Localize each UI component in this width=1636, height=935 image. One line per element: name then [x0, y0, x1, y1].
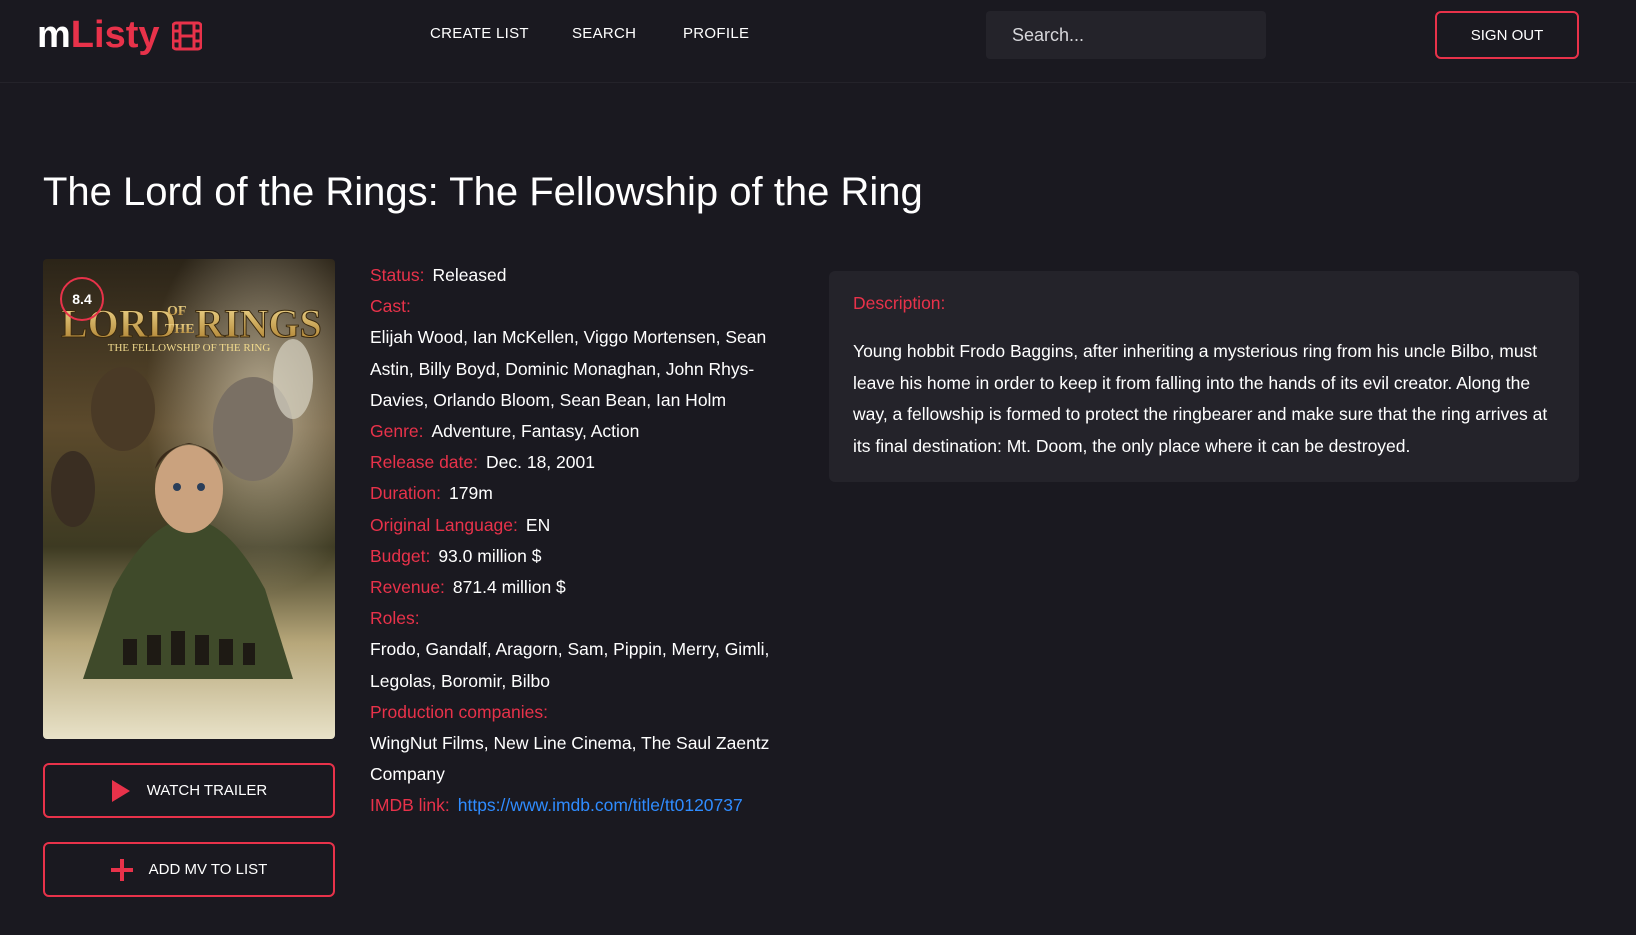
genre-label: Genre: — [370, 421, 424, 442]
imdb-row: IMDB link: https://www.imdb.com/title/tt0… — [370, 790, 780, 821]
roles-value: Frodo, Gandalf, Aragorn, Sam, Pippin, Me… — [370, 639, 770, 691]
status-value: Released — [432, 265, 507, 285]
logo-prefix: m — [37, 14, 71, 56]
genre-value: Adventure, Fantasy, Action — [431, 421, 640, 442]
language-value: EN — [525, 514, 551, 535]
cast-label: Cast: — [370, 296, 411, 317]
revenue-label: Revenue: — [370, 577, 445, 598]
rating-badge: 8.4 — [60, 277, 104, 321]
poster-title-the: THE — [165, 322, 195, 337]
watch-trailer-label: WATCH TRAILER — [146, 782, 268, 799]
release-value: Dec. 18, 2001 — [486, 452, 595, 473]
companies-value: WingNut Films, New Line Cinema, The Saul… — [370, 733, 770, 785]
sign-out-button[interactable]: SIGN OUT — [1435, 11, 1579, 59]
companies-label: Production companies: — [370, 701, 549, 722]
budget-row: Budget: 93.0 million $ — [370, 541, 780, 572]
poster-title-of: OF — [167, 304, 186, 319]
logo[interactable]: m Listy — [37, 14, 202, 57]
genre-row: Genre: Adventure, Fantasy, Action — [370, 416, 780, 447]
duration-row: Duration: 179m — [370, 478, 780, 509]
play-icon — [111, 779, 130, 802]
description-panel: Description: Young hobbit Frodo Baggins,… — [829, 271, 1579, 482]
cast-value: Elijah Wood, Ian McKellen, Viggo Mortens… — [370, 327, 767, 410]
status-label: Status: — [370, 265, 425, 285]
duration-label: Duration: — [370, 483, 442, 504]
page-title: The Lord of the Rings: The Fellowship of… — [43, 170, 923, 214]
add-to-list-label: ADD MV TO LIST — [148, 861, 268, 878]
revenue-row: Revenue: 871.4 million $ — [370, 572, 780, 603]
movie-poster: LORD OF THE RINGS THE FELLOWSHIP OF THE … — [43, 259, 335, 739]
language-row: Original Language: EN — [370, 510, 780, 541]
budget-value: 93.0 million $ — [438, 545, 542, 566]
roles-label: Roles: — [370, 608, 420, 629]
poster-image: LORD OF THE RINGS THE FELLOWSHIP OF THE … — [43, 259, 335, 739]
movie-details: Status: Released Cast: Elijah Wood, Ian M… — [370, 260, 780, 822]
release-row: Release date: Dec. 18, 2001 — [370, 447, 780, 478]
film-icon — [171, 21, 202, 50]
release-label: Release date: — [370, 452, 478, 473]
status-row: Status: Released — [370, 260, 780, 291]
nav-create-list[interactable]: CREATE LIST — [430, 25, 529, 42]
revenue-value: 871.4 million $ — [452, 577, 566, 598]
budget-label: Budget: — [370, 545, 431, 566]
description-text: Young hobbit Frodo Baggins, after inheri… — [853, 341, 1548, 456]
top-navbar: mListy CREATE LIST SEARCH PROFILE SIGN O… — [0, 0, 1636, 83]
add-to-list-button[interactable]: ADD MV TO LIST — [43, 842, 335, 897]
search-input[interactable] — [986, 11, 1266, 59]
plus-icon — [110, 858, 133, 881]
language-label: Original Language: — [370, 514, 518, 535]
watch-trailer-button[interactable]: WATCH TRAILER — [43, 763, 335, 818]
nav-search[interactable]: SEARCH — [572, 25, 636, 42]
poster-title-rings: RINGS — [195, 301, 322, 346]
logo-name: Listy — [70, 14, 160, 56]
nav-profile[interactable]: PROFILE — [683, 25, 749, 42]
duration-value: 179m — [449, 483, 493, 504]
imdb-link[interactable]: https://www.imdb.com/title/tt0120737 — [458, 795, 743, 815]
imdb-label: IMDB link: — [370, 795, 450, 816]
description-label: Description: — [853, 293, 946, 313]
poster-subtitle: THE FELLOWSHIP OF THE RING — [108, 342, 271, 354]
